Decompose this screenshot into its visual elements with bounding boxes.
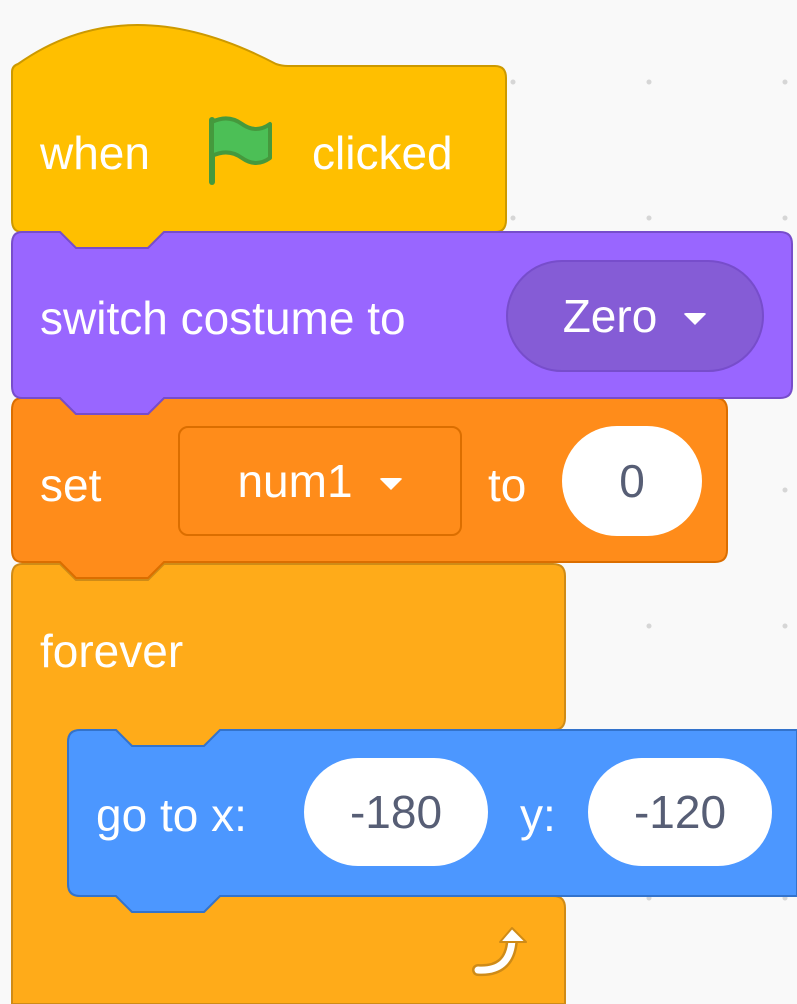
go-to-x-label: go to x:: [96, 789, 247, 841]
variable-name: num1: [237, 455, 353, 507]
y-label: y:: [520, 789, 556, 841]
green-flag-icon: [209, 116, 272, 185]
y-input[interactable]: -120: [588, 758, 772, 866]
dropdown-caret-icon: [683, 313, 708, 325]
costume-dropdown[interactable]: Zero: [506, 260, 764, 372]
set-value-input[interactable]: 0: [562, 426, 702, 536]
variable-dropdown[interactable]: num1: [178, 426, 462, 536]
forever-label: forever: [40, 625, 184, 677]
clicked-label: clicked: [312, 127, 453, 179]
costume-value: Zero: [562, 290, 658, 342]
set-label: set: [40, 459, 102, 511]
switch-costume-label: switch costume to: [40, 292, 406, 344]
to-label: to: [488, 459, 527, 511]
loop-arrow-icon: [472, 927, 527, 977]
x-input[interactable]: -180: [304, 758, 488, 866]
when-label: when: [40, 127, 150, 179]
dropdown-caret-icon: [378, 478, 403, 490]
